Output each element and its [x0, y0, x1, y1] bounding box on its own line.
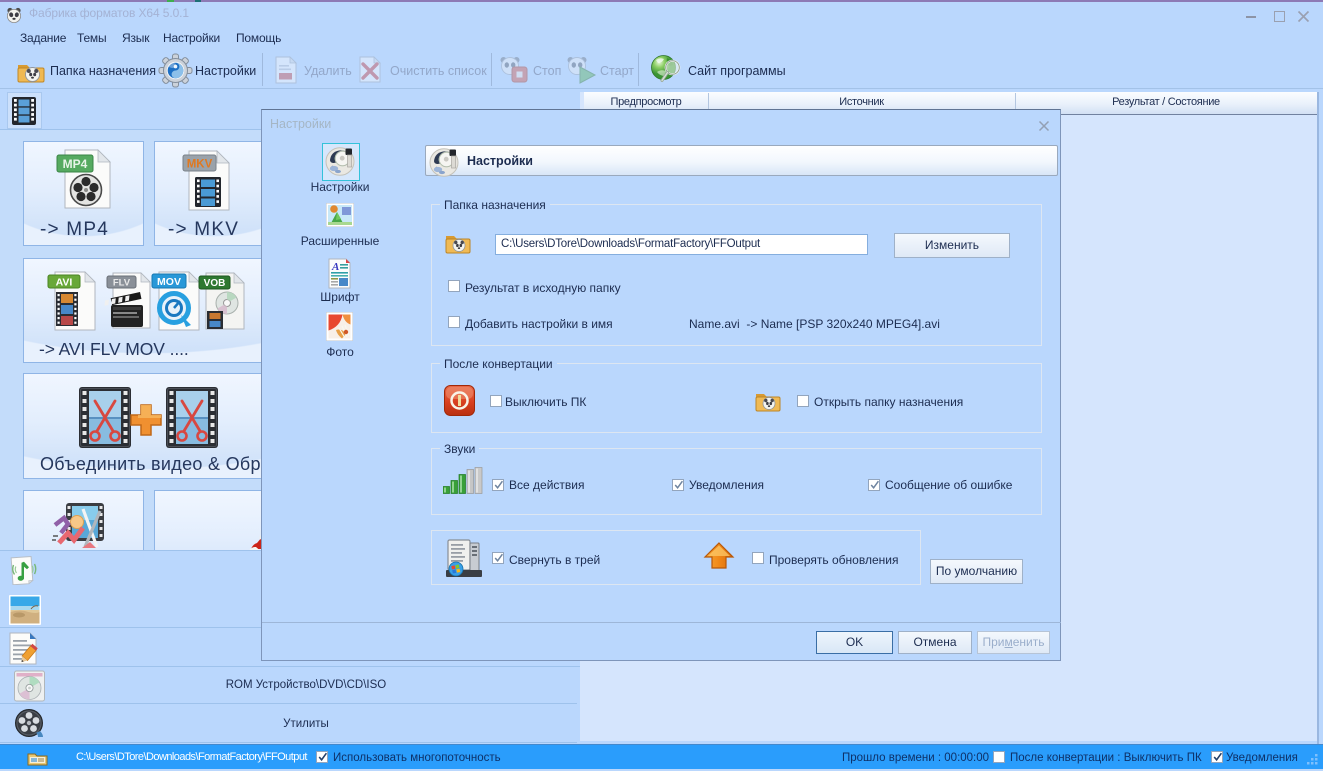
svg-text:MP4: MP4	[63, 157, 88, 171]
svg-text:FLV: FLV	[113, 278, 131, 289]
svg-text:A: A	[331, 261, 339, 273]
svg-text:AVI: AVI	[56, 277, 73, 289]
svg-text:VOB: VOB	[204, 278, 226, 289]
svg-text:MKV: MKV	[187, 159, 213, 171]
svg-text:MOV: MOV	[157, 276, 181, 288]
